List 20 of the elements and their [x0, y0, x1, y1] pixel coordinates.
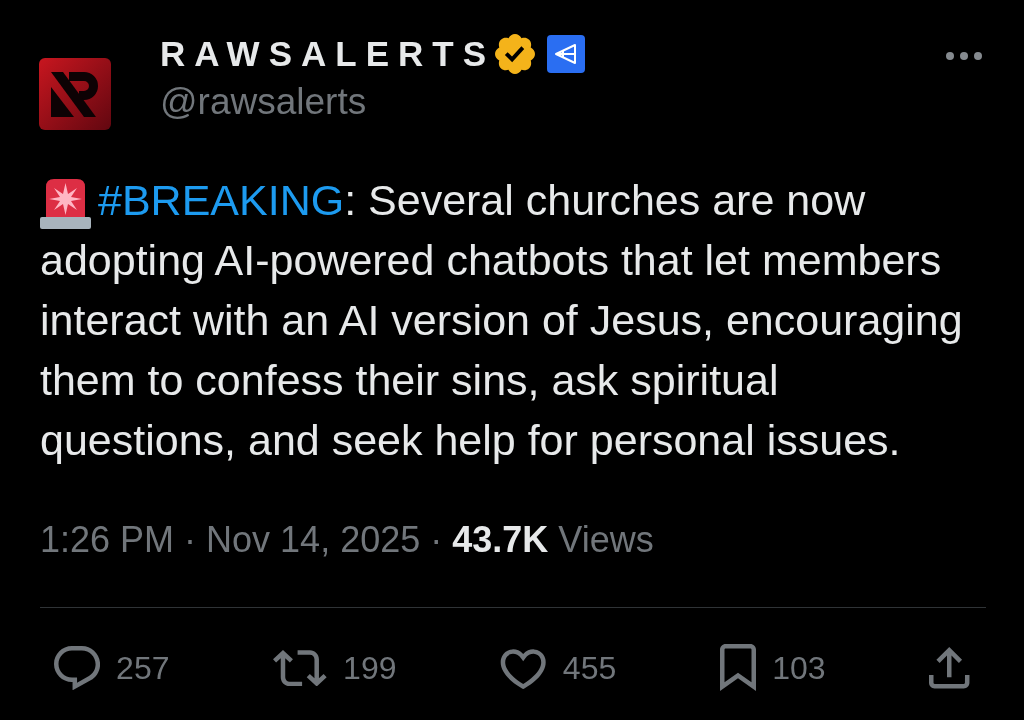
share-icon — [929, 647, 970, 689]
repost-button[interactable]: 199 — [273, 648, 397, 688]
reply-button[interactable]: 257 — [54, 645, 170, 691]
like-button[interactable]: 455 — [500, 646, 617, 690]
share-button[interactable] — [929, 647, 970, 689]
username[interactable]: @rawsalerts — [160, 78, 585, 126]
repeat-arrows-icon — [273, 649, 328, 687]
speech-bubble-icon — [54, 645, 101, 691]
view-count: 43.7K Views — [452, 518, 654, 562]
bookmark-icon — [720, 644, 757, 692]
post-text: #BREAKING: Several churches are now adopting AI-powered chatbots that let members interact with an AI version of Jesus, encouraging them to confess their sins, ask spiritual questions, and seek help for personal issues. — [40, 175, 964, 466]
siren-icon — [40, 177, 91, 229]
avatar-logo — [39, 58, 111, 130]
display-name[interactable]: RAWSALERTS — [160, 30, 495, 78]
more-icon — [946, 52, 982, 60]
separator-dot: · — [430, 518, 443, 562]
hashtag-link[interactable]: #BREAKING — [98, 176, 345, 224]
post-timestamp[interactable]: 1:26 PM · Nov 14, 2025 — [40, 515, 421, 565]
bookmark-button[interactable]: 103 — [720, 644, 826, 692]
heart-icon — [500, 646, 547, 690]
